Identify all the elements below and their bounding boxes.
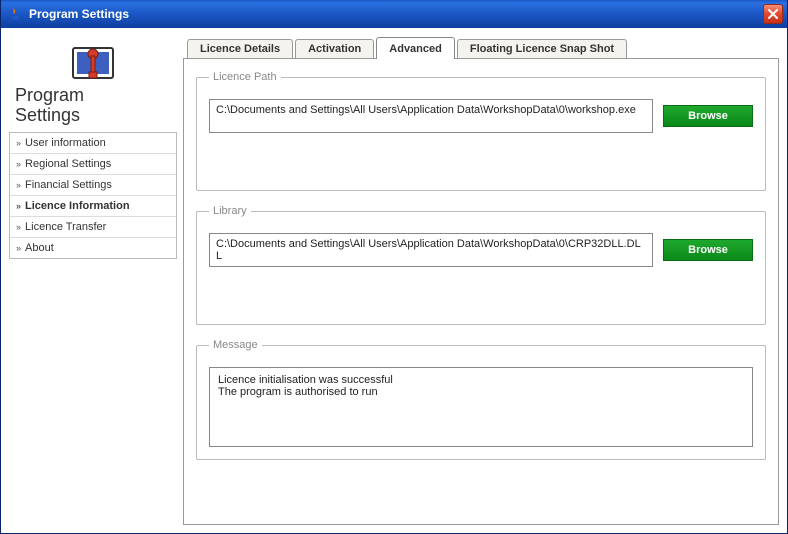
sidebar-heading-line2: Settings xyxy=(15,106,173,126)
library-path-field[interactable]: C:\Documents and Settings\All Users\Appl… xyxy=(209,233,653,267)
browse-licence-path-button[interactable]: Browse xyxy=(663,105,753,127)
group-legend: Library xyxy=(209,205,251,217)
chevron-right-icon: » xyxy=(16,138,21,148)
sidebar-item-label: User information xyxy=(25,137,106,149)
group-legend: Licence Path xyxy=(209,71,281,83)
tab-advanced[interactable]: Advanced xyxy=(376,37,455,59)
sidebar: Program Settings » User information » Re… xyxy=(9,36,177,525)
tab-bar: Licence Details Activation Advanced Floa… xyxy=(183,36,779,58)
browse-library-button[interactable]: Browse xyxy=(663,239,753,261)
sidebar-item-label: About xyxy=(25,242,54,254)
sidebar-icon xyxy=(9,36,177,86)
sidebar-item-licence-transfer[interactable]: » Licence Transfer xyxy=(10,217,176,238)
group-legend: Message xyxy=(209,339,262,351)
java-icon xyxy=(7,6,23,22)
group-library: Library C:\Documents and Settings\All Us… xyxy=(196,205,766,325)
sidebar-item-label: Licence Transfer xyxy=(25,221,106,233)
sidebar-item-label: Licence Information xyxy=(25,200,130,212)
tab-floating-licence-snap-shot[interactable]: Floating Licence Snap Shot xyxy=(457,39,627,58)
tab-panel-advanced: Licence Path C:\Documents and Settings\A… xyxy=(183,58,779,525)
settings-icon xyxy=(71,42,115,82)
licence-path-field[interactable]: C:\Documents and Settings\All Users\Appl… xyxy=(209,99,653,133)
sidebar-item-financial-settings[interactable]: » Financial Settings xyxy=(10,175,176,196)
titlebar: Program Settings xyxy=(1,0,787,28)
window-title: Program Settings xyxy=(29,7,763,21)
sidebar-heading: Program Settings xyxy=(9,86,177,132)
sidebar-item-licence-information[interactable]: » Licence Information xyxy=(10,196,176,217)
message-box: Licence initialisation was successful Th… xyxy=(209,367,753,447)
tab-activation[interactable]: Activation xyxy=(295,39,374,58)
chevron-right-icon: » xyxy=(16,201,21,211)
program-settings-window: Program Settings Program Sett xyxy=(0,0,788,534)
close-icon xyxy=(767,8,779,20)
sidebar-nav: » User information » Regional Settings »… xyxy=(9,132,177,259)
sidebar-item-user-information[interactable]: » User information xyxy=(10,133,176,154)
sidebar-heading-line1: Program xyxy=(15,86,173,106)
close-button[interactable] xyxy=(763,4,783,24)
sidebar-item-label: Regional Settings xyxy=(25,158,111,170)
chevron-right-icon: » xyxy=(16,159,21,169)
content-body: Program Settings » User information » Re… xyxy=(1,28,787,533)
chevron-right-icon: » xyxy=(16,180,21,190)
group-licence-path: Licence Path C:\Documents and Settings\A… xyxy=(196,71,766,191)
chevron-right-icon: » xyxy=(16,222,21,232)
sidebar-item-about[interactable]: » About xyxy=(10,238,176,258)
sidebar-item-regional-settings[interactable]: » Regional Settings xyxy=(10,154,176,175)
chevron-right-icon: » xyxy=(16,243,21,253)
main-panel: Licence Details Activation Advanced Floa… xyxy=(183,36,779,525)
tab-licence-details[interactable]: Licence Details xyxy=(187,39,293,58)
group-message: Message Licence initialisation was succe… xyxy=(196,339,766,460)
sidebar-item-label: Financial Settings xyxy=(25,179,112,191)
